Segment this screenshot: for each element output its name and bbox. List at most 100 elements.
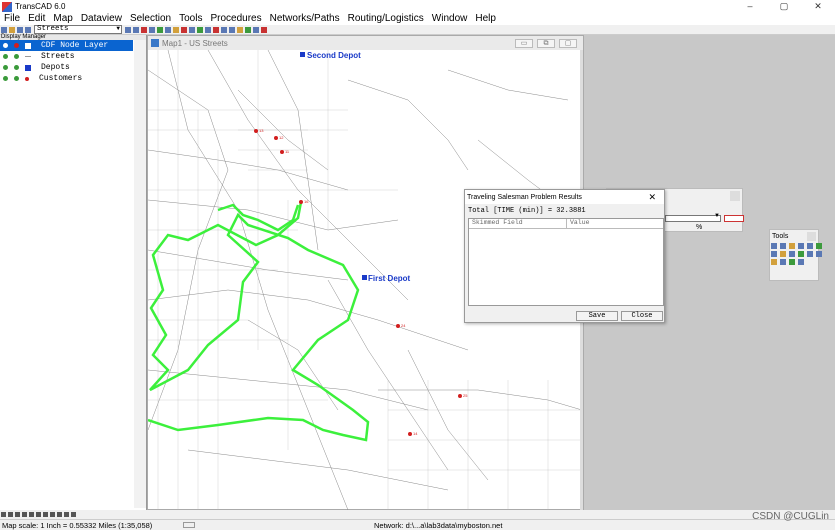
- binoculars-icon[interactable]: [149, 26, 155, 33]
- close-button[interactable]: ✕: [801, 1, 835, 12]
- label-icon[interactable]: [181, 26, 187, 33]
- close-icon[interactable]: [807, 232, 816, 241]
- map-restore-button[interactable]: ⧉: [537, 38, 555, 48]
- display-manager-scrollbar[interactable]: [134, 40, 146, 508]
- layer-row-cdf-node[interactable]: CDF Node Layer: [0, 40, 133, 51]
- depot-marker-second[interactable]: [300, 52, 305, 57]
- customer-marker[interactable]: [254, 129, 258, 133]
- customer-marker[interactable]: [396, 324, 400, 328]
- map-maximize-button[interactable]: ▢: [559, 38, 577, 48]
- visibility-icon[interactable]: [3, 76, 8, 81]
- redo-icon[interactable]: [229, 26, 235, 33]
- menu-tools[interactable]: Tools: [175, 13, 206, 25]
- customer-marker[interactable]: [274, 136, 278, 140]
- menu-file[interactable]: File: [0, 13, 24, 25]
- route-icon[interactable]: [141, 26, 147, 33]
- customer-marker[interactable]: [408, 432, 412, 436]
- filter-icon[interactable]: [189, 26, 195, 33]
- menu-help[interactable]: Help: [471, 13, 500, 25]
- menu-edit[interactable]: Edit: [24, 13, 49, 25]
- menu-networks-paths[interactable]: Networks/Paths: [266, 13, 344, 25]
- zoom-out-icon[interactable]: [780, 243, 786, 249]
- curve-icon[interactable]: [50, 512, 55, 517]
- menu-map[interactable]: Map: [49, 13, 76, 25]
- menu-routing-logistics[interactable]: Routing/Logistics: [344, 13, 428, 25]
- minimize-button[interactable]: –: [733, 1, 767, 12]
- chart-icon[interactable]: [133, 26, 139, 33]
- symbol-icon[interactable]: [64, 512, 69, 517]
- menu-dataview[interactable]: Dataview: [77, 13, 126, 25]
- help-icon[interactable]: [261, 26, 267, 33]
- select-icon[interactable]: [205, 26, 211, 33]
- text-icon[interactable]: [8, 512, 13, 517]
- print-icon[interactable]: [25, 26, 31, 33]
- measure-icon[interactable]: [816, 243, 822, 249]
- maximize-button[interactable]: ▢: [767, 1, 801, 12]
- undo-icon[interactable]: [221, 26, 227, 33]
- polygon-icon[interactable]: [36, 512, 41, 517]
- polygon-icon[interactable]: [780, 259, 786, 265]
- depot-label-second: Second Depot: [307, 51, 361, 60]
- depot-marker-first[interactable]: [362, 275, 367, 280]
- column-header-value[interactable]: Value: [567, 219, 590, 228]
- open-file-icon[interactable]: [9, 26, 15, 33]
- results-table[interactable]: Skimmed Field Value: [468, 218, 664, 306]
- line-icon[interactable]: [43, 512, 48, 517]
- layer-row-customers[interactable]: Customers: [0, 73, 146, 84]
- circle-icon[interactable]: [22, 512, 27, 517]
- column-header-skimmed-field[interactable]: Skimmed Field: [469, 219, 567, 228]
- new-file-icon[interactable]: [1, 26, 7, 33]
- visibility-icon[interactable]: [3, 54, 8, 59]
- menu-selection[interactable]: Selection: [126, 13, 175, 25]
- close-dialog-button[interactable]: Close: [621, 311, 663, 321]
- table-icon[interactable]: [125, 26, 131, 33]
- menu-procedures[interactable]: Procedures: [206, 13, 265, 25]
- save-file-icon[interactable]: [17, 26, 23, 33]
- arrow-icon[interactable]: [57, 512, 62, 517]
- layer-row-depots[interactable]: Depots: [0, 62, 146, 73]
- pointer-icon[interactable]: [1, 512, 6, 517]
- depot-label-first: First Depot: [368, 274, 411, 283]
- map-minimize-button[interactable]: ▭: [515, 38, 533, 48]
- ellipse-icon[interactable]: [29, 512, 34, 517]
- select-icon[interactable]: [798, 243, 804, 249]
- zoom-in-icon[interactable]: [771, 243, 777, 249]
- customer-marker[interactable]: [299, 200, 303, 204]
- theme-icon[interactable]: [173, 26, 179, 33]
- image-icon[interactable]: [71, 512, 76, 517]
- save-button[interactable]: Save: [576, 311, 618, 321]
- floating-panel-select[interactable]: ▼: [665, 213, 721, 222]
- layer-color-icon: [14, 43, 19, 48]
- layer-row-streets[interactable]: Streets: [0, 51, 146, 62]
- dialog-close-icon[interactable]: ✕: [648, 192, 656, 203]
- customer-marker[interactable]: [458, 394, 462, 398]
- floating-panel-field[interactable]: [724, 215, 744, 222]
- settings-icon[interactable]: [237, 26, 243, 33]
- pin-icon[interactable]: [213, 26, 219, 33]
- grid-icon[interactable]: [165, 26, 171, 33]
- pan-icon[interactable]: [789, 243, 795, 249]
- network-icon[interactable]: [245, 26, 251, 33]
- flag-icon[interactable]: [789, 259, 795, 265]
- menu-window[interactable]: Window: [428, 13, 472, 25]
- pencil-icon[interactable]: [771, 259, 777, 265]
- node-icon[interactable]: [798, 251, 804, 257]
- close-icon[interactable]: [730, 191, 740, 201]
- line-icon[interactable]: [816, 251, 822, 257]
- layer-select[interactable]: Streets ▼: [34, 25, 122, 34]
- arrow-icon[interactable]: [807, 251, 813, 257]
- zoom-icon[interactable]: [197, 26, 203, 33]
- visibility-icon[interactable]: [3, 65, 8, 70]
- globe-icon[interactable]: [771, 251, 777, 257]
- visibility-icon[interactable]: [3, 43, 8, 48]
- layer-icon[interactable]: [157, 26, 163, 33]
- tools-palette[interactable]: Tools: [769, 229, 822, 281]
- rectangle-icon[interactable]: [15, 512, 20, 517]
- map-title: Map1 - US Streets: [162, 38, 228, 48]
- info-icon[interactable]: [807, 243, 813, 249]
- customer-marker[interactable]: [280, 150, 284, 154]
- path-icon[interactable]: [253, 26, 259, 33]
- label-icon[interactable]: [780, 251, 786, 257]
- edit-icon[interactable]: [789, 251, 795, 257]
- chart-icon[interactable]: [798, 259, 804, 265]
